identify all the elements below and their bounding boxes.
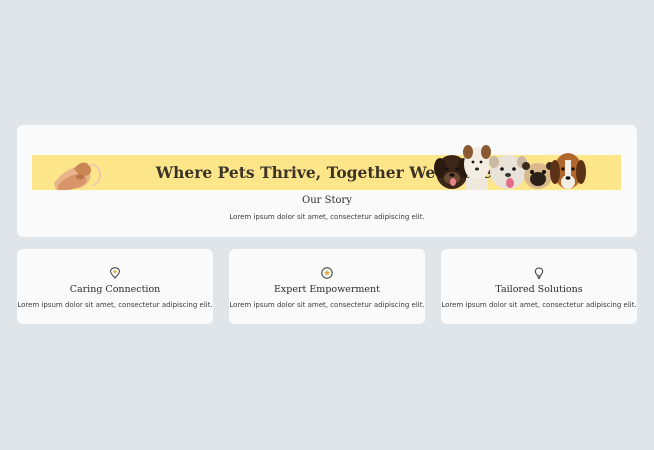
- our-story-description: Lorem ipsum dolor sit amet, consectetur …: [229, 213, 425, 221]
- our-story-title: Our Story: [302, 195, 352, 206]
- feature-card-caring-connection: Caring Connection Lorem ipsum dolor sit …: [17, 249, 213, 324]
- heart-pin-icon: [109, 264, 121, 279]
- feature-description: Lorem ipsum dolor sit amet, consectetur …: [441, 301, 637, 309]
- feature-title: Tailored Solutions: [495, 284, 583, 295]
- feature-description: Lorem ipsum dolor sit amet, consectetur …: [17, 301, 213, 309]
- our-story-card: Where Pets Thrive, Together We Strive. O…: [17, 125, 637, 237]
- feature-card-expert-empowerment: Expert Empowerment Lorem ipsum dolor sit…: [229, 249, 425, 324]
- feature-description: Lorem ipsum dolor sit amet, consectetur …: [229, 301, 425, 309]
- feature-card-tailored-solutions: Tailored Solutions Lorem ipsum dolor sit…: [441, 249, 637, 324]
- feature-title: Expert Empowerment: [274, 284, 380, 295]
- dogs-group-image: [430, 142, 590, 190]
- page: Where Pets Thrive, Together We Strive. O…: [0, 0, 654, 450]
- star-badge-icon: [321, 264, 333, 279]
- feature-title: Caring Connection: [69, 284, 161, 295]
- hero-banner: Where Pets Thrive, Together We Strive.: [32, 145, 621, 190]
- lightbulb-icon: [533, 264, 545, 279]
